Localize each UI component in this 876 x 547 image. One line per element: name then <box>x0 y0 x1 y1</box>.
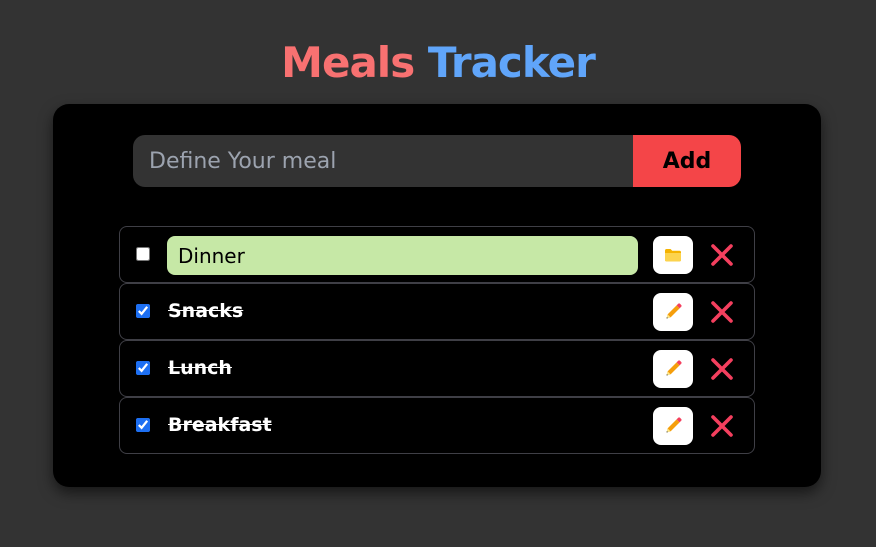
meal-checkbox[interactable] <box>136 418 150 432</box>
meals-card: Add Snacks <box>53 104 821 487</box>
title-word-tracker: Tracker <box>427 38 596 87</box>
delete-button[interactable] <box>706 240 738 270</box>
meal-item: Snacks <box>119 283 755 340</box>
add-meal-form: Add <box>133 135 741 187</box>
delete-button[interactable] <box>706 297 738 327</box>
close-icon <box>711 415 733 437</box>
pencil-icon <box>666 360 682 376</box>
meal-list: Snacks Lunch <box>119 226 755 454</box>
edit-button[interactable] <box>653 350 693 388</box>
meal-name: Lunch <box>168 357 232 379</box>
meal-input[interactable] <box>133 135 633 187</box>
meal-item: Lunch <box>119 340 755 397</box>
pencil-icon <box>666 417 682 433</box>
delete-button[interactable] <box>706 354 738 384</box>
meal-checkbox[interactable] <box>136 361 150 375</box>
meal-item <box>119 226 755 283</box>
meal-name: Snacks <box>168 300 244 322</box>
add-button[interactable]: Add <box>633 135 741 187</box>
meal-item: Breakfast <box>119 397 755 454</box>
edit-button[interactable] <box>653 407 693 445</box>
close-icon <box>711 301 733 323</box>
meal-edit-input[interactable] <box>167 236 638 275</box>
save-button[interactable] <box>653 236 693 274</box>
meal-name: Breakfast <box>168 414 272 436</box>
pencil-icon <box>666 303 682 319</box>
close-icon <box>711 244 733 266</box>
meal-checkbox[interactable] <box>136 247 150 261</box>
close-icon <box>711 358 733 380</box>
delete-button[interactable] <box>706 411 738 441</box>
title-word-meals: Meals <box>281 38 415 87</box>
meal-checkbox[interactable] <box>136 304 150 318</box>
edit-button[interactable] <box>653 293 693 331</box>
page-title: Meals Tracker <box>0 38 876 88</box>
folder-icon <box>665 249 681 262</box>
